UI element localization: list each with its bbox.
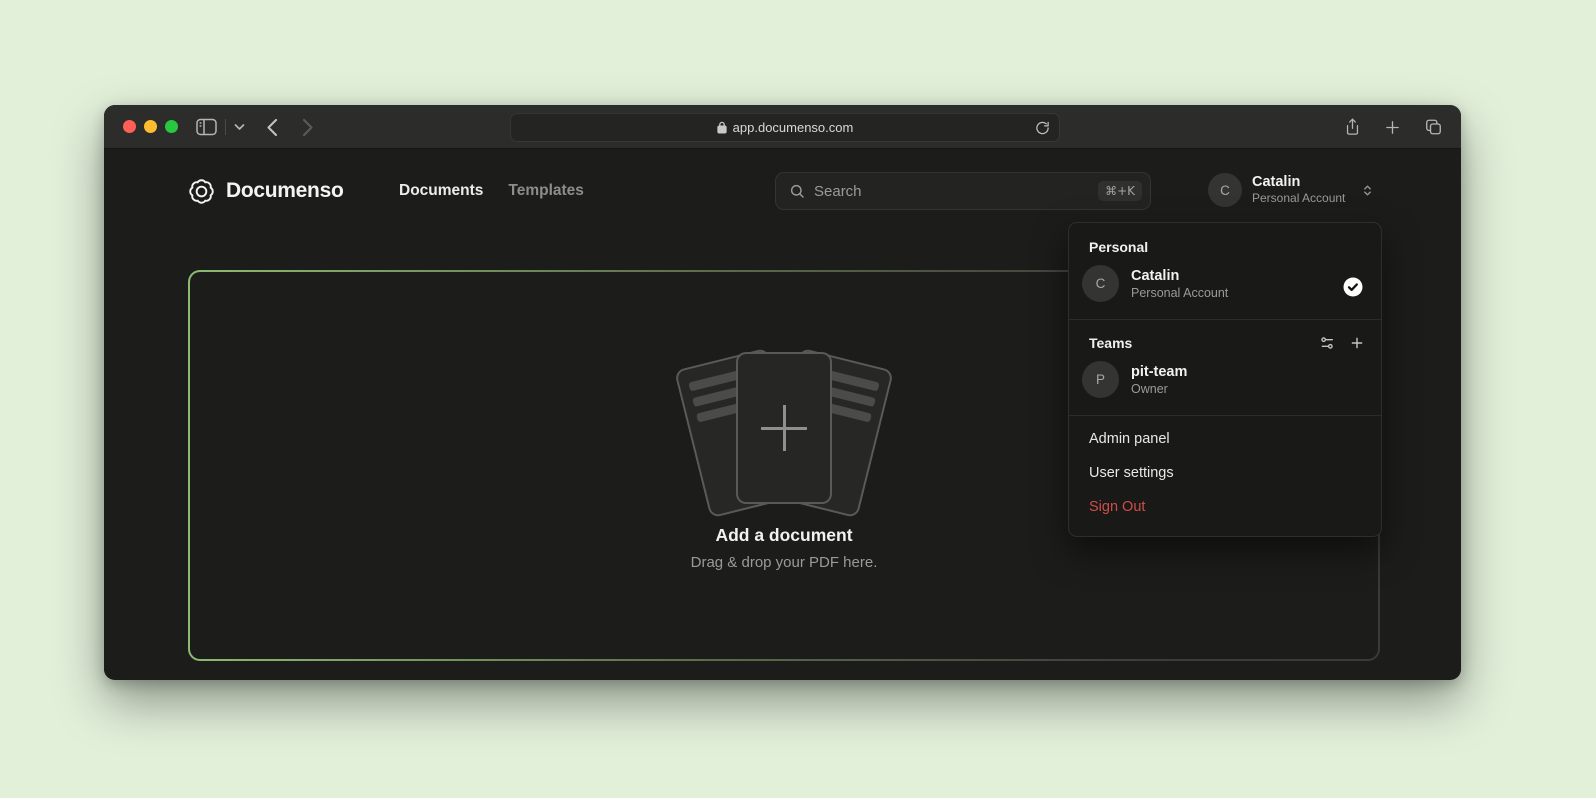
browser-titlebar: app.documenso.com (104, 105, 1461, 149)
team-role: Owner (1131, 381, 1187, 397)
menu-personal-account-item[interactable]: C Catalin Personal Account (1069, 260, 1381, 314)
back-icon[interactable] (266, 118, 278, 137)
personal-avatar: C (1082, 265, 1119, 302)
address-text: app.documenso.com (733, 120, 854, 135)
titlebar-left-controls (196, 105, 314, 149)
forward-icon[interactable] (302, 118, 314, 137)
brand-logo-link[interactable]: Documenso (188, 177, 344, 205)
browser-window: app.documenso.com (104, 105, 1461, 680)
menu-divider (1069, 415, 1381, 416)
zoom-window-button[interactable] (165, 120, 178, 133)
minimize-window-button[interactable] (144, 120, 157, 133)
search-shortcut-badge: ⌘+K (1098, 181, 1142, 201)
share-icon[interactable] (1344, 117, 1361, 137)
nav-documents[interactable]: Documents (399, 182, 483, 200)
titlebar-right-controls (1344, 105, 1443, 149)
search-icon (789, 183, 805, 199)
documenso-page: Documenso Documents Templates ⌘+K C Cata… (104, 149, 1461, 679)
nav-templates[interactable]: Templates (508, 182, 584, 200)
account-name: Catalin (1252, 174, 1345, 191)
menu-item-sign-out[interactable]: Sign Out (1069, 490, 1381, 524)
search-bar[interactable]: ⌘+K (775, 172, 1151, 210)
account-menu-button[interactable]: C Catalin Personal Account (1208, 173, 1374, 207)
new-tab-icon[interactable] (1384, 119, 1401, 136)
document-stack-illustration (669, 352, 899, 510)
close-window-button[interactable] (123, 120, 136, 133)
selected-check-icon (1341, 275, 1365, 304)
dropzone-subtitle: Drag & drop your PDF here. (190, 554, 1378, 571)
reload-icon[interactable] (1035, 120, 1050, 136)
brand-name: Documenso (226, 179, 344, 203)
sidebar-chevron-down-icon[interactable] (234, 123, 245, 131)
document-card-center (736, 352, 832, 504)
address-bar[interactable]: app.documenso.com (510, 113, 1060, 142)
account-subtitle: Personal Account (1252, 191, 1345, 206)
add-team-icon[interactable] (1349, 335, 1365, 351)
account-avatar: C (1208, 173, 1242, 207)
traffic-lights (123, 120, 178, 133)
menu-team-item[interactable]: P pit-team Owner (1069, 356, 1381, 410)
titlebar-divider (225, 119, 226, 135)
team-avatar: P (1082, 361, 1119, 398)
documenso-logo-icon (188, 178, 215, 205)
menu-item-user-settings[interactable]: User settings (1069, 456, 1381, 490)
menu-divider (1069, 319, 1381, 320)
menu-teams-header: Teams (1069, 326, 1132, 356)
add-document-plus-icon (761, 405, 807, 451)
menu-personal-header: Personal (1069, 230, 1381, 260)
chevrons-up-down-icon (1361, 183, 1374, 198)
sidebar-toggle-icon[interactable] (196, 118, 217, 136)
lock-icon (717, 121, 727, 134)
team-name: pit-team (1131, 363, 1187, 381)
tab-overview-icon[interactable] (1424, 118, 1443, 136)
menu-teams-header-row: Teams (1069, 326, 1381, 356)
main-nav: Documents Templates (399, 182, 584, 200)
menu-item-admin-panel[interactable]: Admin panel (1069, 422, 1381, 456)
account-dropdown-menu: Personal C Catalin Personal Account Team… (1068, 222, 1382, 537)
personal-name: Catalin (1131, 267, 1228, 285)
search-input[interactable] (814, 183, 1089, 200)
manage-teams-icon[interactable] (1319, 335, 1335, 351)
personal-subtitle: Personal Account (1131, 285, 1228, 301)
